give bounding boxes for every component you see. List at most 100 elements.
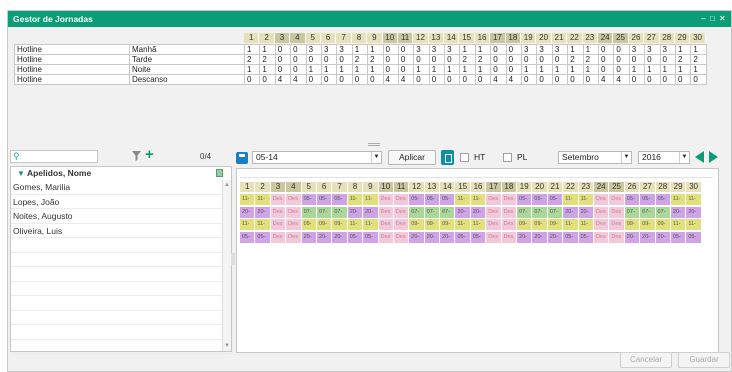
schedule-cell[interactable]: 20-	[686, 206, 702, 218]
schedule-cell[interactable]: 20-	[332, 231, 348, 243]
schedule-cell[interactable]: Des	[378, 194, 394, 205]
schedule-cell[interactable]: Des	[378, 219, 394, 230]
schedule-cell[interactable]: 20-	[347, 206, 364, 218]
schedule-cell[interactable]: 05-	[301, 194, 317, 205]
schedule-cell[interactable]: Des	[286, 194, 302, 205]
schedule-cell[interactable]: 09-	[655, 219, 671, 230]
schedule-cell[interactable]: 07-	[532, 206, 548, 218]
schedule-cell[interactable]: 05-	[470, 231, 487, 243]
schedule-cell[interactable]: 11-	[255, 194, 271, 205]
schedule-cell[interactable]: 20-	[409, 231, 425, 243]
schedule-cell[interactable]: Des	[501, 219, 518, 230]
columns-icon[interactable]	[216, 169, 223, 177]
schedule-cell[interactable]: Des	[378, 231, 394, 243]
schedule-cell[interactable]: 11-	[470, 219, 487, 230]
schedule-cell[interactable]: 11-	[578, 194, 594, 205]
schedule-cell[interactable]: 11-	[455, 219, 471, 230]
pl-checkbox[interactable]	[503, 153, 512, 162]
schedule-cell[interactable]: Des	[501, 206, 518, 218]
scroll-down-icon[interactable]: ▼	[224, 343, 230, 349]
schedule-cell[interactable]: 07-	[424, 206, 441, 218]
chevron-down-icon[interactable]: ▼	[371, 152, 381, 163]
month-selector[interactable]: Setembro ▼	[558, 151, 632, 164]
schedule-cell[interactable]: 09-	[624, 219, 641, 230]
schedule-cell[interactable]: 07-	[517, 206, 533, 218]
schedule-cell[interactable]: 09-	[440, 219, 456, 230]
schedule-cell[interactable]: Des	[486, 231, 502, 243]
schedule-cell[interactable]: 05-	[424, 194, 441, 205]
schedule-cell[interactable]: 11-	[686, 194, 702, 205]
schedule-cell[interactable]: 11-	[347, 219, 364, 230]
schedule-cell[interactable]: 11-	[240, 219, 256, 230]
schedule-cell[interactable]: 07-	[409, 206, 425, 218]
schedule-cell[interactable]: 09-	[547, 219, 564, 230]
schedule-cell[interactable]: Des	[609, 206, 625, 218]
schedule-cell[interactable]: Des	[393, 206, 410, 218]
schedule-cell[interactable]: 20-	[640, 231, 656, 243]
schedule-cell[interactable]: 05-	[440, 194, 456, 205]
splitter-grip[interactable]	[368, 143, 380, 146]
schedule-cell[interactable]: 09-	[316, 219, 333, 230]
schedule-cell[interactable]: 09-	[332, 219, 348, 230]
schedule-cell[interactable]: Des	[393, 219, 410, 230]
schedule-cell[interactable]: 11-	[563, 194, 579, 205]
schedule-cell[interactable]: Des	[486, 194, 502, 205]
schedule-cell[interactable]: Des	[609, 219, 625, 230]
search-input[interactable]: ⚲	[10, 150, 98, 163]
schedule-cell[interactable]: 07-	[332, 206, 348, 218]
employee-list-item[interactable]: Gomes, Marilia	[11, 180, 231, 195]
schedule-cell[interactable]: 09-	[424, 219, 441, 230]
schedule-cell[interactable]: 09-	[409, 219, 425, 230]
schedule-cell[interactable]: 05-	[332, 194, 348, 205]
schedule-cell[interactable]: 05-	[655, 194, 671, 205]
schedule-cell[interactable]: Des	[270, 194, 287, 205]
next-arrow-icon[interactable]	[709, 151, 718, 163]
schedule-cell[interactable]: Des	[501, 194, 518, 205]
ht-checkbox[interactable]	[460, 153, 469, 162]
schedule-cell[interactable]: 05-	[563, 231, 579, 243]
year-selector[interactable]: 2016 ▼	[638, 151, 690, 164]
schedule-cell[interactable]: 20-	[255, 206, 271, 218]
plus-icon[interactable]: +	[145, 147, 154, 162]
schedule-cell[interactable]: 11-	[240, 194, 256, 205]
schedule-cell[interactable]: 11-	[363, 219, 379, 230]
week-selector[interactable]: 05-14 ▼	[252, 151, 382, 164]
apply-button[interactable]: Aplicar	[388, 150, 436, 165]
schedule-cell[interactable]: 20-	[440, 231, 456, 243]
schedule-cell[interactable]: 11-	[347, 194, 364, 205]
schedule-cell[interactable]: 05-	[409, 194, 425, 205]
schedule-cell[interactable]: 09-	[301, 219, 317, 230]
schedule-cell[interactable]: 07-	[547, 206, 564, 218]
schedule-cell[interactable]: 11-	[578, 219, 594, 230]
schedule-cell[interactable]: 05-	[240, 231, 256, 243]
schedule-cell[interactable]: 07-	[440, 206, 456, 218]
schedule-cell[interactable]: Des	[501, 231, 518, 243]
employee-list-item[interactable]: Noites, Augusto	[11, 209, 231, 224]
schedule-cell[interactable]: 05-	[316, 194, 333, 205]
schedule-cell[interactable]: Des	[593, 206, 610, 218]
schedule-cell[interactable]: 20-	[455, 206, 471, 218]
schedule-cell[interactable]: Des	[286, 219, 302, 230]
schedule-cell[interactable]: 20-	[240, 206, 256, 218]
schedule-cell[interactable]: 20-	[670, 206, 687, 218]
schedule-cell[interactable]: Des	[609, 194, 625, 205]
schedule-cell[interactable]: Des	[270, 231, 287, 243]
schedule-cell[interactable]: 11-	[670, 194, 687, 205]
schedule-cell[interactable]: 09-	[517, 219, 533, 230]
scroll-up-icon[interactable]: ▲	[224, 182, 230, 188]
schedule-cell[interactable]: 20-	[316, 231, 333, 243]
schedule-cell[interactable]: 05-	[624, 194, 641, 205]
list-scrollbar[interactable]: ▲ ▼	[222, 180, 231, 351]
schedule-cell[interactable]: Des	[378, 206, 394, 218]
schedule-cell[interactable]: 11-	[670, 219, 687, 230]
schedule-cell[interactable]: 07-	[640, 206, 656, 218]
schedule-cell[interactable]: 09-	[532, 219, 548, 230]
schedule-cell[interactable]: 11-	[255, 219, 271, 230]
schedule-cell[interactable]: 20-	[578, 206, 594, 218]
schedule-cell[interactable]: 11-	[455, 194, 471, 205]
splitter-handle[interactable]	[231, 253, 235, 265]
schedule-cell[interactable]: Des	[609, 231, 625, 243]
schedule-cell[interactable]: Des	[393, 231, 410, 243]
schedule-cell[interactable]: 05-	[578, 231, 594, 243]
chevron-down-icon[interactable]: ▼	[621, 152, 631, 163]
